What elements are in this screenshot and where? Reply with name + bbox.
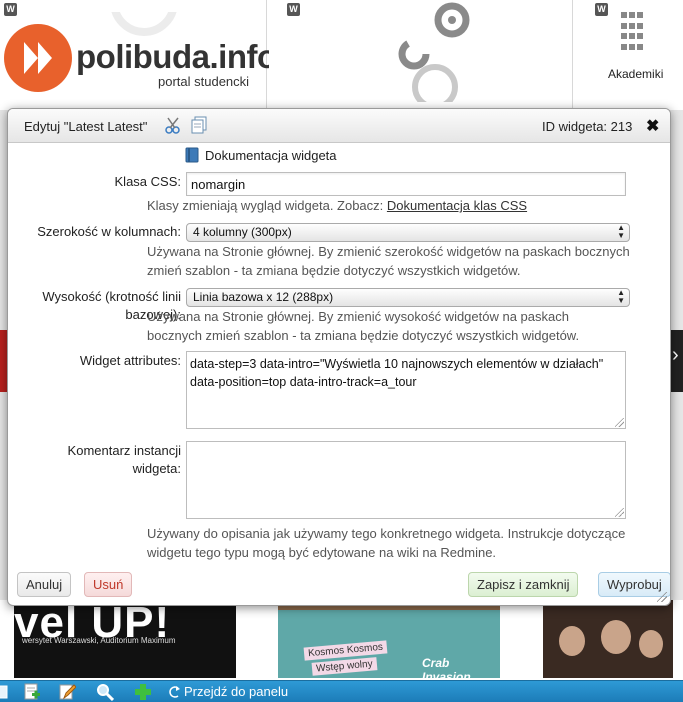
logo-subtitle: portal studencki [158,74,250,89]
resize-grip-icon[interactable] [615,418,624,427]
select-arrows-icon: ▲ ▼ [617,223,625,240]
page-header: W W W polibuda.info portal studencki Aka… [0,0,683,110]
comment-label-line-1: Komentarz instancji [67,443,181,458]
add-icon[interactable] [133,682,153,702]
css-class-input[interactable] [186,172,626,196]
chevron-right-icon: › [672,344,679,366]
site-logo[interactable]: polibuda.info portal studencki [4,12,269,102]
widget-badge[interactable]: W [287,3,300,16]
width-help-line-1: Używana na Stronie głównej. By zmienić s… [147,244,630,259]
decorative-rings-icon [398,2,470,102]
width-label: Szerokość w kolumnach: [37,224,181,239]
height-label-line-1: Wysokość (krotność linii [42,289,181,304]
event-banner[interactable]: Kosmos Kosmos Wstęp wolny Crab Invasion [278,600,500,678]
cancel-button[interactable]: Anuluj [17,572,72,597]
attributes-line-1: data-step=3 data-intro="Wyświetla 10 naj… [190,357,604,371]
dialog-header[interactable]: Edytuj "Latest Latest" ID widgeta: 213 ✖ [8,109,670,143]
comment-help-line-1: Używany do opisania jak używamy tego kon… [147,526,626,541]
return-arrow-icon [169,685,180,698]
copy-icon[interactable] [190,116,208,134]
photo-figure [601,620,631,654]
photo-figure [639,630,663,658]
add-page-icon[interactable] [22,682,42,702]
height-help-line-2: bocznych zmień szablon - ta zmiana będzi… [147,328,580,343]
attributes-line-2: data-position=top data-intro-track=a_tou… [190,375,417,389]
comment-label-line-2: widgeta: [132,461,181,476]
select-arrows-icon: ▲ ▼ [617,288,625,305]
save-and-close-button[interactable]: Zapisz i zamknij [468,572,579,597]
widget-docs-label: Dokumentacja widgeta [205,147,337,163]
dialog-title: Edytuj "Latest Latest" [24,119,148,134]
toolbar-edge-icon[interactable] [0,682,12,702]
search-icon[interactable] [95,682,115,702]
height-select[interactable]: Linia bazowa x 12 (288px) ▲ ▼ [186,288,630,307]
cut-icon[interactable] [164,116,182,134]
banner-tag: Wstęp wolny [311,657,378,676]
height-selected-value: Linia bazowa x 12 (288px) [193,290,334,304]
edit-pencil-icon[interactable] [57,682,77,702]
delete-button[interactable]: Usuń [84,572,133,597]
logo-text: polibuda.info [76,38,269,75]
css-class-label: Klasa CSS: [114,174,181,189]
banner-title: Crab Invasion [422,656,471,678]
go-to-panel-link[interactable]: Przejdź do panelu [168,684,288,699]
event-banner[interactable]: vel UP! wersytet Warszawski, Auditorium … [14,600,236,678]
width-select[interactable]: 4 kolumny (300px) ▲ ▼ [186,223,630,242]
comment-help-line-2: widgetu tego typu mogą być edytowane na … [147,545,497,560]
close-icon[interactable]: ✖ [646,116,659,136]
column-divider [572,0,573,110]
banner-caption: wersytet Warszawski, Auditorium Maximum [22,636,176,645]
comment-textarea[interactable] [186,441,626,519]
akademiki-link[interactable]: Akademiki [608,67,663,81]
widget-attributes-textarea[interactable]: data-step=3 data-intro="Wyświetla 10 naj… [186,351,626,429]
widget-id: ID widgeta: 213 [542,119,633,134]
width-help-line-2: zmień szablon - ta zmiana będzie dotyczy… [147,263,521,278]
dialog-resize-grip-icon[interactable] [657,592,667,602]
height-help-line-1: Używana na Stronie głównej. By zmienić w… [147,309,569,324]
admin-toolbar: Przejdź do panelu [0,680,683,702]
dormitory-grid-icon[interactable] [621,12,645,52]
resize-grip-icon[interactable] [615,508,624,517]
go-to-panel-label: Przejdź do panelu [184,684,289,699]
event-banner[interactable] [543,600,673,678]
widget-attributes-label: Widget attributes: [79,353,181,368]
css-class-help: Klasy zmieniają wygląd widgeta. Zobacz: … [147,196,527,215]
widget-badge[interactable]: W [595,3,608,16]
widget-docs-link[interactable]: Dokumentacja widgeta [184,147,337,163]
css-class-help-text: Klasy zmieniają wygląd widgeta. Zobacz: [147,198,384,213]
book-icon [185,147,199,163]
edit-widget-dialog: Edytuj "Latest Latest" ID widgeta: 213 ✖… [7,108,671,606]
css-docs-link[interactable]: Dokumentacja klas CSS [387,198,527,213]
photo-figure [559,626,585,656]
width-selected-value: 4 kolumny (300px) [193,225,292,239]
